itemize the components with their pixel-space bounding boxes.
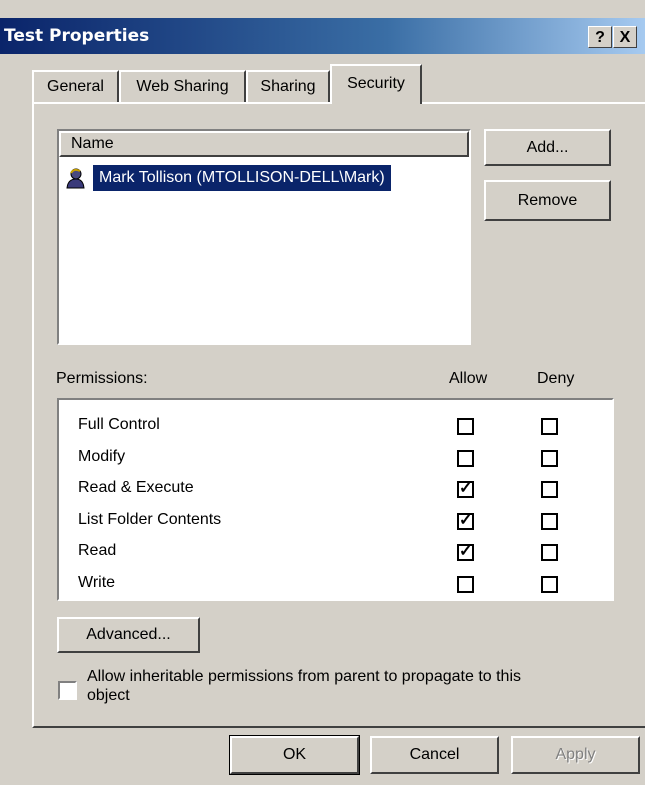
permissions-label: Permissions: (56, 370, 148, 387)
permission-row: Read ✓ (59, 540, 612, 566)
close-button[interactable]: X (613, 26, 637, 48)
apply-button[interactable]: Apply (511, 736, 640, 774)
allow-column-label: Allow (449, 370, 488, 387)
remove-button-label: Remove (517, 192, 578, 209)
ok-button[interactable]: OK (229, 735, 360, 775)
window-title: Test Properties (4, 26, 150, 46)
permission-name: List Folder Contents (78, 510, 222, 528)
permission-row: Read & Execute ✓ (59, 477, 612, 503)
allow-checkbox[interactable]: ✓ (457, 512, 474, 530)
cancel-button[interactable]: Cancel (370, 736, 499, 774)
tab-general[interactable]: General (32, 70, 119, 102)
permission-name: Full Control (78, 416, 160, 433)
tab-web-sharing[interactable]: Web Sharing (119, 70, 246, 102)
apply-button-label: Apply (555, 746, 596, 763)
cancel-button-label: Cancel (409, 746, 460, 763)
permission-name: Write (78, 573, 116, 591)
deny-checkbox[interactable] (541, 481, 558, 498)
allow-checkbox[interactable]: ✓ (457, 481, 474, 498)
user-list-item[interactable]: Mark Tollison (MTOLLISON-DELL\Mark) (93, 165, 391, 191)
permission-row: Write (59, 572, 612, 598)
permission-name: Read (78, 542, 117, 559)
deny-checkbox[interactable] (541, 418, 558, 435)
inherit-label-line1: Allow inheritable permissions from paren… (87, 668, 521, 685)
permission-name: Modify (78, 447, 126, 465)
inherit-label-line2: object (87, 687, 130, 704)
permission-row: Modify (59, 446, 612, 472)
deny-checkbox[interactable] (541, 575, 558, 593)
tab-sharing[interactable]: Sharing (246, 70, 330, 102)
allow-checkbox[interactable] (457, 575, 474, 593)
permission-row: Full Control (59, 414, 612, 440)
help-button[interactable]: ? (588, 26, 612, 48)
deny-checkbox[interactable] (541, 512, 558, 530)
deny-checkbox[interactable] (541, 449, 558, 467)
permissions-list[interactable]: Full Control Modify Read & Execute ✓ List Fo… (57, 398, 614, 601)
permission-name: Read & Execute (78, 479, 194, 496)
inherit-label[interactable]: Allow inheritable permissions from paren… (87, 667, 521, 705)
deny-column-label: Deny (537, 370, 575, 387)
advanced-button[interactable]: Advanced... (57, 617, 200, 653)
allow-checkbox[interactable] (457, 418, 474, 435)
properties-dialog: Test Properties ? X General Web Sharing … (0, 0, 645, 785)
users-list[interactable]: Name Mark Tollison (MTOLLISON-DELL\Mark) (57, 129, 471, 345)
user-icon (65, 167, 85, 189)
tab-security[interactable]: Security (330, 64, 422, 104)
permission-row: List Folder Contents ✓ (59, 509, 612, 535)
ok-button-label: OK (282, 746, 307, 763)
add-button[interactable]: Add... (484, 129, 611, 166)
advanced-button-label: Advanced... (86, 626, 171, 643)
remove-button[interactable]: Remove (484, 180, 611, 221)
inherit-checkbox[interactable] (58, 681, 77, 700)
title-bar[interactable]: Test Properties ? X (0, 18, 645, 54)
column-header-name[interactable]: Name (59, 131, 469, 157)
allow-checkbox[interactable] (457, 449, 474, 467)
deny-checkbox[interactable] (541, 544, 558, 561)
allow-checkbox[interactable]: ✓ (457, 544, 474, 561)
column-header-label: Name (71, 135, 114, 152)
add-button-label: Add... (526, 139, 569, 156)
